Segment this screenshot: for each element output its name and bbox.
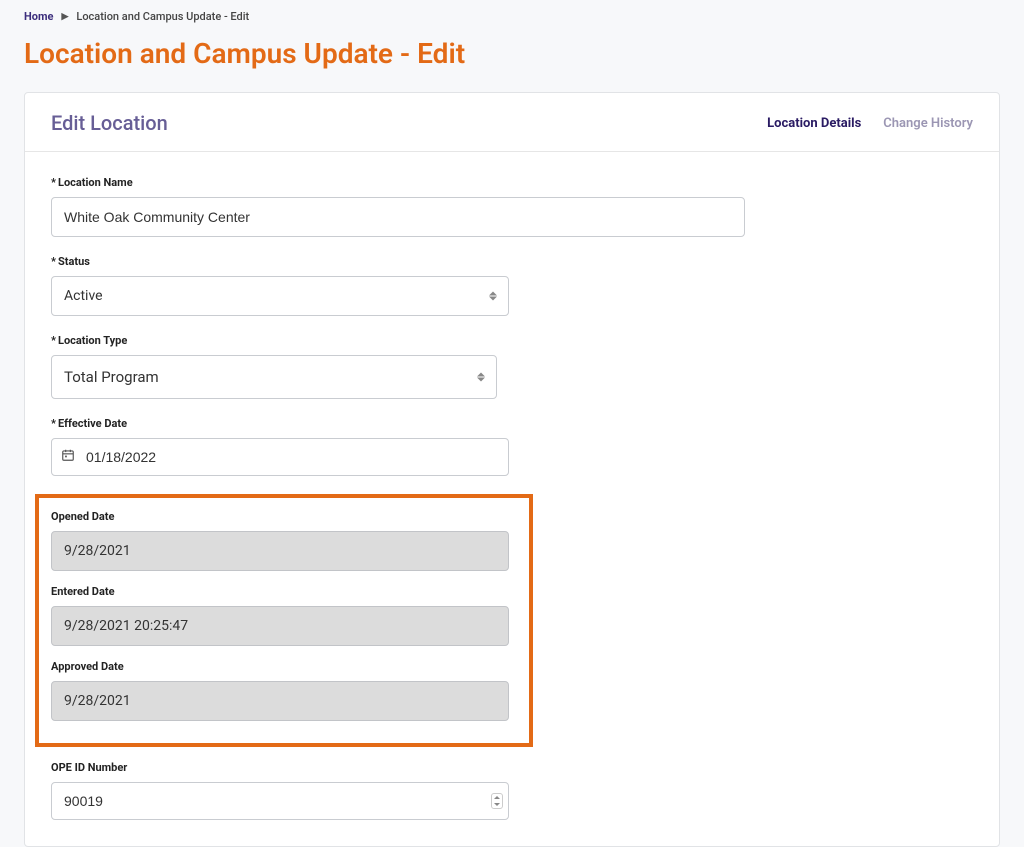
- card-header: Edit Location Location Details Change Hi…: [25, 93, 999, 152]
- field-location-type: *Location Type Total Program: [51, 334, 751, 399]
- readonly-approved-date: 9/28/2021: [51, 681, 509, 721]
- tab-change-history[interactable]: Change History: [883, 116, 973, 131]
- label-location-type: *Location Type: [51, 334, 751, 347]
- breadcrumb: Home ▶ Location and Campus Update - Edit: [24, 10, 1000, 23]
- label-status: *Status: [51, 255, 751, 268]
- tab-location-details[interactable]: Location Details: [767, 116, 861, 131]
- chevron-right-icon: ▶: [61, 12, 68, 22]
- field-approved-date: Approved Date 9/28/2021: [51, 660, 517, 721]
- page-title: Location and Campus Update - Edit: [24, 37, 1000, 70]
- input-effective-date[interactable]: [51, 438, 509, 476]
- field-effective-date: *Effective Date: [51, 417, 751, 476]
- label-ope-id: OPE ID Number: [51, 761, 751, 774]
- select-status[interactable]: Active: [51, 276, 509, 316]
- label-opened-date: Opened Date: [51, 510, 517, 523]
- card-tabs: Location Details Change History: [767, 116, 973, 131]
- breadcrumb-current: Location and Campus Update - Edit: [76, 10, 249, 23]
- field-ope-id: OPE ID Number: [51, 761, 751, 820]
- field-opened-date: Opened Date 9/28/2021: [51, 510, 517, 571]
- card-body: *Location Name *Status Active: [25, 152, 999, 846]
- field-status: *Status Active: [51, 255, 751, 316]
- label-location-name: *Location Name: [51, 176, 751, 189]
- select-location-type[interactable]: Total Program: [51, 355, 497, 399]
- readonly-entered-date: 9/28/2021 20:25:47: [51, 606, 509, 646]
- label-approved-date: Approved Date: [51, 660, 517, 673]
- highlighted-readonly-fields: Opened Date 9/28/2021 Entered Date 9/28/…: [35, 494, 533, 747]
- readonly-opened-date: 9/28/2021: [51, 531, 509, 571]
- edit-location-card: Edit Location Location Details Change Hi…: [24, 92, 1000, 847]
- field-location-name: *Location Name: [51, 176, 751, 237]
- label-entered-date: Entered Date: [51, 585, 517, 598]
- breadcrumb-home-link[interactable]: Home: [24, 10, 53, 23]
- field-entered-date: Entered Date 9/28/2021 20:25:47: [51, 585, 517, 646]
- input-ope-id[interactable]: [51, 782, 509, 820]
- card-title: Edit Location: [51, 111, 168, 135]
- label-effective-date: *Effective Date: [51, 417, 751, 430]
- input-location-name[interactable]: [51, 197, 745, 237]
